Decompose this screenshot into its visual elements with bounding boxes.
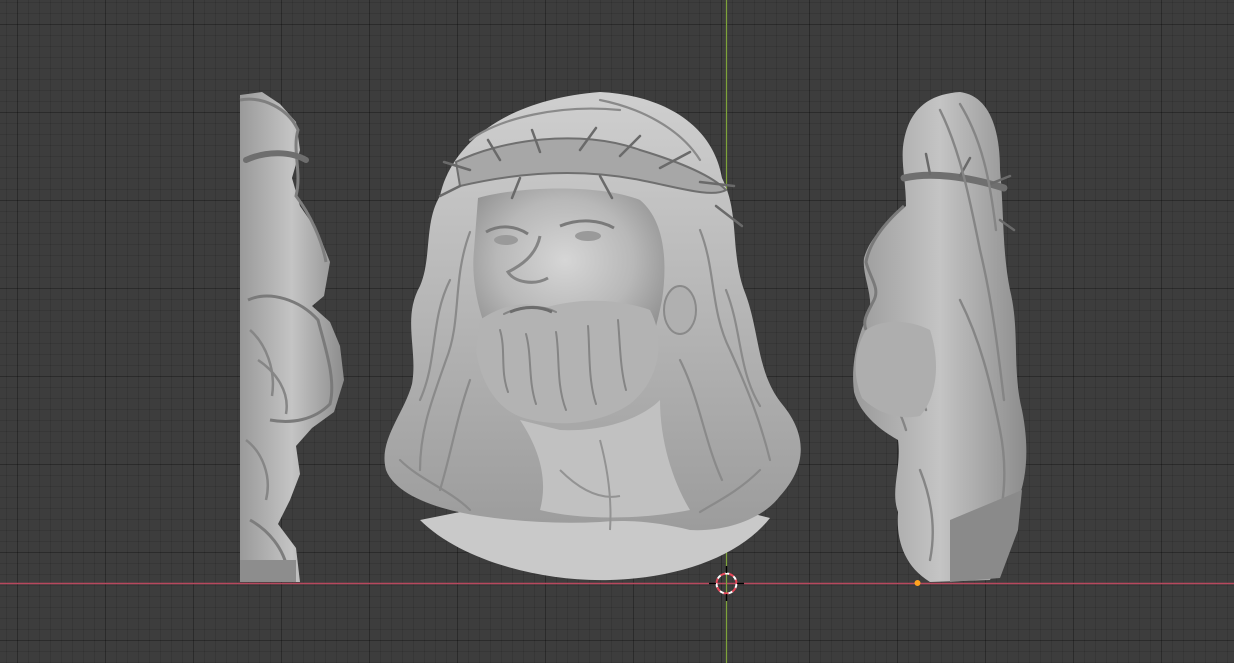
3d-viewport[interactable] xyxy=(0,0,1234,663)
object-origin-dot[interactable] xyxy=(914,580,921,586)
viewport-scene xyxy=(0,0,1234,663)
relief-front[interactable] xyxy=(384,92,801,581)
relief-side-right[interactable] xyxy=(853,92,1027,586)
relief-side-left[interactable] xyxy=(239,92,344,582)
